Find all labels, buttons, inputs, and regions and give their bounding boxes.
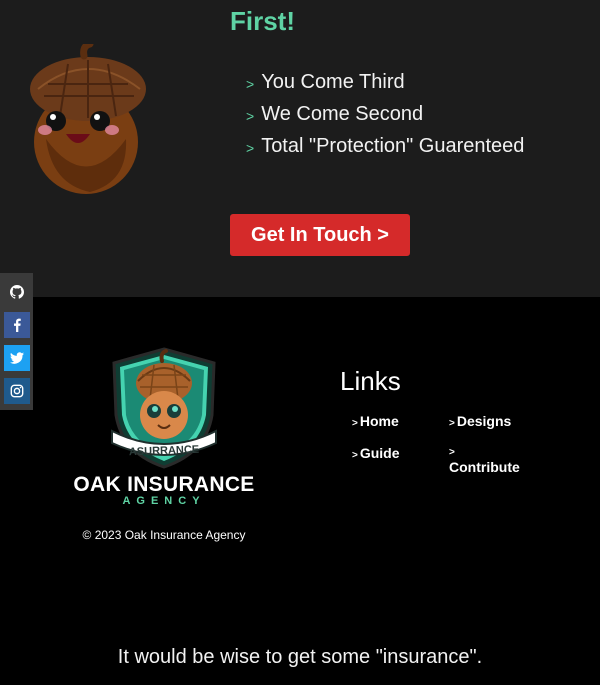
brand-subtitle: AGENCY [122,495,206,507]
acorn-mascot-icon [30,44,146,194]
twitter-icon[interactable] [4,345,30,371]
chevron-right-icon: > [352,450,358,461]
facebook-icon[interactable] [4,312,30,338]
footer-link-contribute[interactable]: > Contribute [449,446,539,474]
social-sidebar [0,273,33,410]
tagline: It would be wise to get some "insurance"… [117,646,483,668]
footer-link-guide[interactable]: > Guide [352,446,400,463]
instagram-icon[interactable] [4,378,30,404]
link-label: Designs [456,413,512,429]
link-label: Contribute [449,459,520,475]
hero-title: First! [230,6,295,36]
footer-link-designs[interactable]: > Designs [449,414,511,431]
chevron-right-icon: > [246,108,255,124]
copyright-text: © 2023 Oak Insurance Agency [82,528,246,542]
feature-item: > Total "Protection" Guarenteed [246,132,524,164]
footer-link-home[interactable]: > Home [352,414,399,431]
chevron-right-icon: > [449,447,455,458]
links-heading: Links [340,366,401,396]
chevron-right-icon: > [246,140,255,156]
feature-text: You Come Third [261,71,405,93]
link-label: Home [359,413,399,429]
link-label: Guide [359,445,400,461]
github-icon[interactable] [4,279,30,305]
feature-text: We Come Second [261,103,424,125]
feature-text: Total "Protection" Guarenteed [261,135,525,157]
chevron-right-icon: > [246,76,255,92]
feature-item: > We Come Second [246,100,524,132]
brand-name: OAK INSURANCE [73,473,255,496]
get-in-touch-button[interactable]: Get In Touch > [230,214,410,256]
chevron-right-icon: > [449,418,455,429]
feature-list: > You Come Third > We Come Second > Total "… [246,68,524,164]
chevron-right-icon: > [352,418,358,429]
hero-section: First! > You Come Third > We Come Second >… [0,0,600,297]
feature-item: > You Come Third [246,68,524,100]
